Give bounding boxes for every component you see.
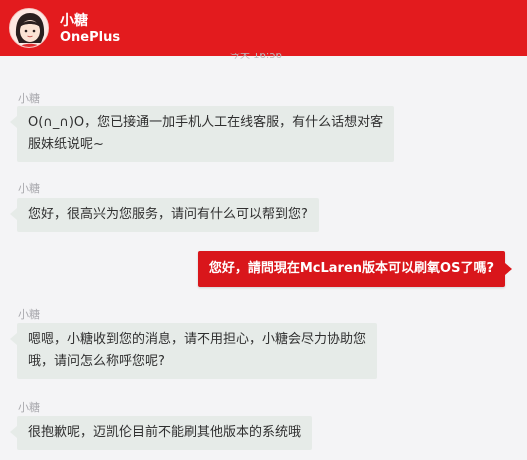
message-line: 哦，请问怎么称呼您呢?	[28, 354, 165, 369]
sender-name: 小糖	[18, 92, 40, 105]
message-line: 服妹纸说呢~	[28, 137, 104, 152]
sender-name: 小糖	[18, 182, 40, 195]
girl-avatar-icon[interactable]	[9, 8, 49, 48]
contact-subtitle: OnePlus	[60, 30, 121, 45]
agent-message-bubble: 您好，很高兴为您服务，请问有什么可以帮到您?	[10, 198, 319, 232]
chat-timestamp: 今天 16:56	[230, 53, 282, 61]
sender-name: 小糖	[18, 401, 40, 414]
agent-message-bubble: 很抱歉呢，迈凯伦目前不能刷其他版本的系统哦	[9, 416, 313, 450]
chat-header: 小糖 OnePlus	[0, 0, 527, 56]
message-line: 您好，很高兴为您服务，请问有什么可以帮到您?	[28, 207, 308, 222]
message-line: 嗯嗯，小糖收到您的消息，请不用担心，小糖会尽力协助您	[28, 332, 367, 347]
message-line: O(∩_∩)O，您已接通一加手机人工在线客服，有什么话想对客	[28, 115, 384, 130]
agent-message-bubble: O(∩_∩)O，您已接通一加手机人工在线客服，有什么话想对客 服妹纸说呢~	[9, 106, 395, 162]
agent-message-bubble: 嗯嗯，小糖收到您的消息，请不用担心，小糖会尽力协助您 哦，请问怎么称呼您呢?	[9, 323, 378, 379]
message-line: 您好，請問現在McLaren版本可以刷氧OS了嗎?	[208, 261, 494, 276]
message-line: 很抱歉呢，迈凯伦目前不能刷其他版本的系统哦	[28, 425, 302, 440]
user-message-bubble: 您好，請問現在McLaren版本可以刷氧OS了嗎?	[197, 251, 513, 287]
contact-name: 小糖	[60, 13, 88, 29]
sender-name: 小糖	[18, 308, 40, 321]
